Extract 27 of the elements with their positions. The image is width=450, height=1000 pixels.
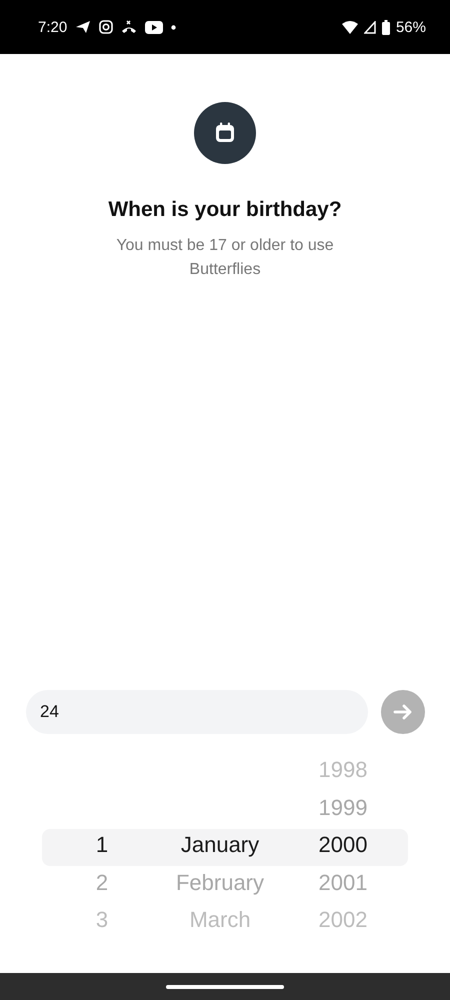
birthday-input-field[interactable]: 24 [26, 690, 368, 734]
subtitle: You must be 17 or older to use Butterflies [115, 236, 335, 280]
picker-option[interactable]: 1998 [318, 757, 368, 784]
calendar-icon [213, 121, 237, 145]
picker-option[interactable]: March [189, 907, 251, 934]
battery-icon [382, 20, 390, 34]
dot-icon [171, 24, 176, 30]
clock: 7:20 [38, 18, 68, 36]
video-icon [145, 20, 164, 34]
wifi-icon [342, 20, 358, 34]
picker-option[interactable]: 3 [96, 907, 108, 934]
camera-icon [99, 20, 114, 34]
picker-option[interactable]: 1 [96, 832, 108, 858]
picker-option[interactable]: 2001 [318, 870, 368, 896]
page-title: When is your birthday? [108, 198, 342, 222]
picker-option[interactable]: January [180, 832, 260, 858]
picker-option[interactable]: 2000 [318, 832, 368, 858]
battery-percentage: 56% [396, 18, 426, 36]
phone-icon [121, 20, 138, 34]
send-icon [75, 20, 92, 34]
home-indicator[interactable] [166, 984, 284, 988]
picker-option[interactable]: February [176, 870, 264, 896]
arrow-right-icon [393, 702, 413, 720]
picker-option[interactable]: 2002 [318, 907, 368, 934]
signal-icon [364, 20, 376, 34]
picker-option[interactable]: 1999 [318, 794, 368, 821]
picker-option[interactable]: 2 [96, 870, 108, 896]
